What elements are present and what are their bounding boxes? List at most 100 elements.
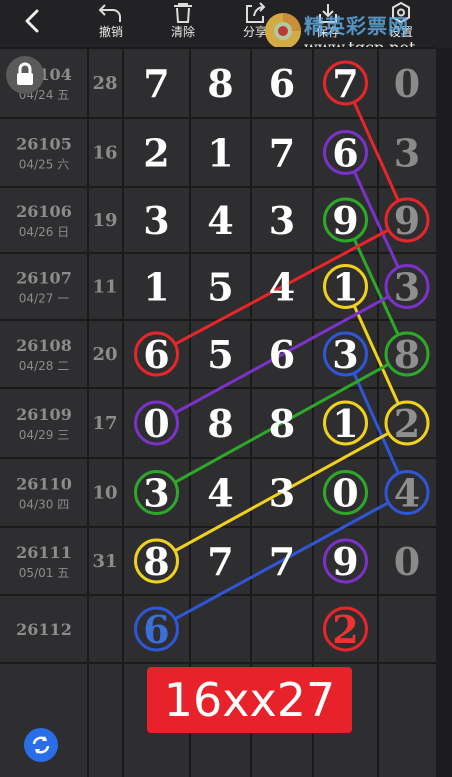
issue-number: 26108 (16, 336, 72, 355)
trend-extra-digit: 8 (394, 332, 420, 377)
trend-line-green (344, 219, 409, 355)
digit-cell: 8 (269, 401, 295, 446)
digit-circle-red (384, 197, 430, 243)
trend-line-purple (155, 285, 408, 425)
trend-line-purple (344, 151, 409, 288)
digit-cell: 4 (207, 198, 233, 243)
sum-value: 20 (92, 344, 117, 365)
watermark-url: www.tqcp.net (304, 38, 416, 57)
lock-button[interactable] (6, 56, 44, 94)
sum-value: 19 (92, 210, 117, 231)
digit-circle-purple (323, 538, 368, 584)
watermark-title: 精英彩票网 (304, 16, 409, 38)
watermark: 精英彩票网 www.tqcp.net (262, 10, 452, 58)
digit-cell: 2 (332, 607, 358, 652)
lottery-trend-chart: 2610404/24 五282610504/25 六162610604/26 日… (0, 47, 452, 777)
digit-cell: 6 (269, 332, 295, 377)
sum-value: 31 (92, 551, 117, 572)
issue-number: 26107 (16, 269, 72, 288)
trend-extra-digit: 0 (394, 539, 420, 584)
back-arrow-icon[interactable] (18, 6, 48, 36)
issue-date: 04/27 一 (19, 292, 69, 306)
digit-cell: 7 (269, 539, 295, 584)
digit-cell: 7 (207, 539, 233, 584)
digit-cell: 5 (207, 265, 233, 310)
issue-date: 04/29 三 (19, 428, 69, 442)
sum-value: 10 (92, 483, 117, 504)
digit-circle-purple (134, 400, 179, 446)
digit-cell: 8 (207, 401, 233, 446)
sum-value: 28 (92, 73, 117, 94)
digit-circle-yellow (384, 400, 430, 446)
digit-circle-red (323, 60, 368, 106)
digit-cell: 3 (269, 471, 295, 516)
clear-label: 清除 (170, 25, 195, 39)
logo-icon (265, 13, 301, 49)
digit-cell: 9 (332, 539, 358, 584)
digit-cell: 3 (143, 198, 169, 243)
trend-line-yellow (155, 421, 408, 563)
digit-cell: 9 (332, 198, 358, 243)
refresh-button[interactable] (24, 728, 58, 762)
issue-number: 26105 (16, 135, 72, 154)
undo-label: 撤销 (98, 25, 123, 39)
digit-cell: 3 (269, 198, 295, 243)
sum-value: 11 (92, 277, 117, 298)
digit-circle-yellow (134, 538, 179, 584)
digit-cell: 0 (143, 401, 169, 446)
lock-icon (17, 62, 33, 85)
digit-cell: 1 (332, 265, 358, 310)
trend-extra-digit: 2 (394, 401, 420, 446)
clear-button[interactable]: 清除 (159, 0, 207, 48)
digit-circle-purple (323, 130, 368, 175)
trash-icon (174, 3, 192, 23)
digit-cell: 7 (143, 61, 169, 106)
digit-circle-yellow (323, 400, 368, 446)
result-display: 16xx27 (147, 667, 352, 733)
issue-number: 26110 (16, 475, 72, 494)
sum-value: 16 (92, 143, 117, 164)
trend-extra-digit: 3 (394, 265, 420, 310)
digit-cell: 8 (143, 539, 169, 584)
issue-date: 04/30 四 (19, 498, 69, 512)
digit-circle-red (323, 606, 368, 652)
digit-circle-green (323, 197, 368, 243)
issue-number: 26106 (16, 202, 72, 221)
digit-circle-purple (384, 264, 430, 309)
digit-circle-green (384, 331, 430, 377)
digit-cell: 0 (332, 471, 358, 516)
trend-line-red (344, 82, 409, 221)
trend-extra-digit: 9 (394, 198, 420, 243)
digit-circle-green (134, 470, 179, 515)
digit-cell: 1 (207, 131, 233, 176)
digit-cell: 1 (332, 401, 358, 446)
grid-right-margin (436, 48, 452, 777)
issue-number: 26109 (16, 405, 72, 424)
trend-line-yellow (344, 285, 409, 424)
digit-cell: 6 (269, 61, 295, 106)
digit-cell: 7 (269, 131, 295, 176)
digit-circle-yellow (323, 264, 368, 309)
digit-cell: 6 (143, 332, 169, 377)
digit-cell: 6 (143, 607, 169, 652)
issue-date: 04/28 二 (19, 359, 69, 373)
trend-extra-digit: 4 (394, 471, 420, 516)
trend-extra-digit: 3 (394, 131, 420, 176)
digit-cell: 1 (143, 265, 169, 310)
digit-circle-red (134, 331, 179, 377)
issue-number: 26111 (16, 543, 72, 562)
digit-cell: 8 (207, 61, 233, 106)
issue-number: 26112 (16, 620, 72, 639)
undo-icon (98, 4, 121, 22)
trend-line-red (155, 218, 408, 356)
undo-button[interactable]: 撤销 (87, 0, 135, 48)
issue-date: 04/25 六 (19, 158, 69, 172)
digit-cell: 7 (332, 61, 358, 106)
issue-date: 05/01 五 (19, 566, 69, 580)
trend-line-blue (155, 491, 408, 631)
trend-extra-digit: 0 (394, 61, 420, 106)
digit-cell: 2 (143, 131, 169, 176)
digit-circle-blue (323, 331, 368, 377)
refresh-icon (32, 736, 50, 754)
digit-cell: 4 (207, 471, 233, 516)
